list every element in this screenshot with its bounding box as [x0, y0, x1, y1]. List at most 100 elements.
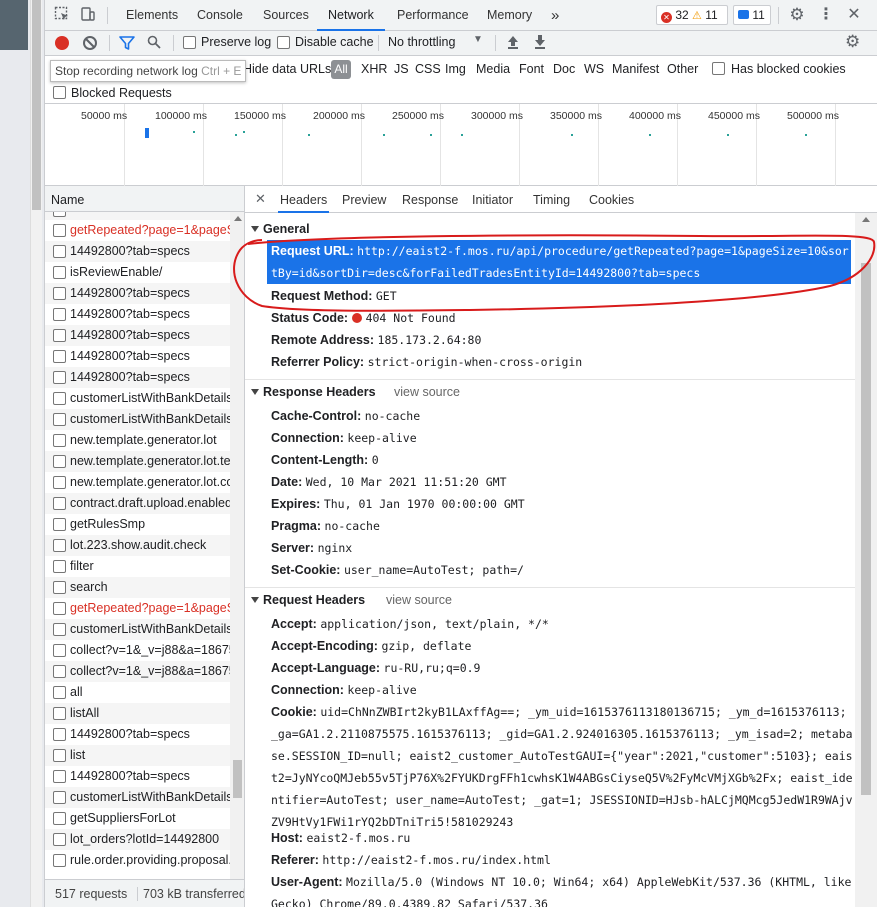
messages-counter[interactable]: 11 [733, 5, 771, 25]
request-row[interactable]: 14492800?tab=specs [45, 367, 230, 388]
issues-counter[interactable]: ✕ 32 ⚠ 11 [656, 5, 728, 25]
request-row-checkbox[interactable] [53, 602, 66, 615]
tab-cookies[interactable]: Cookies [589, 186, 634, 213]
request-row-checkbox[interactable] [53, 686, 66, 699]
scroll-up-arrow-icon[interactable] [862, 217, 870, 222]
request-row-checkbox[interactable] [53, 791, 66, 804]
request-row[interactable]: search [45, 212, 230, 220]
filter-type-doc[interactable]: Doc [553, 62, 575, 76]
filter-type-xhr[interactable]: XHR [361, 62, 387, 76]
request-row[interactable]: getRepeated?page=1&pageSize=10&sortBy=id [45, 220, 230, 241]
request-row-checkbox[interactable] [53, 392, 66, 405]
request-row-checkbox[interactable] [53, 245, 66, 258]
page-scrollbar-thumb[interactable] [32, 0, 41, 210]
request-row[interactable]: customerListWithBankDetails [45, 787, 230, 808]
throttling-dropdown-icon[interactable]: ▼ [473, 34, 483, 45]
response-headers-section-header[interactable]: Response Headers view source [245, 379, 855, 403]
request-row[interactable]: collect?v=1&_v=j88&a=1867599 [45, 661, 230, 682]
tab-console[interactable]: Console [197, 0, 243, 31]
request-row[interactable]: 14492800?tab=specs [45, 325, 230, 346]
tab-headers[interactable]: Headers [278, 186, 330, 213]
request-row[interactable]: 14492800?tab=specs [45, 283, 230, 304]
filter-type-other[interactable]: Other [667, 62, 698, 76]
general-section-header[interactable]: General [245, 217, 855, 241]
request-row-checkbox[interactable] [53, 413, 66, 426]
request-row-checkbox[interactable] [53, 476, 66, 489]
more-tabs-icon[interactable]: » [551, 0, 559, 31]
request-row[interactable]: rule.order.providing.proposal. [45, 850, 230, 871]
filter-type-ws[interactable]: WS [584, 62, 604, 76]
filter-type-img[interactable]: Img [445, 62, 466, 76]
settings-gear-icon[interactable]: ⚙ [788, 6, 806, 24]
close-devtools-icon[interactable]: ✕ [845, 6, 863, 24]
request-row-checkbox[interactable] [53, 350, 66, 363]
request-row[interactable]: list [45, 745, 230, 766]
tab-timing[interactable]: Timing [533, 186, 570, 213]
request-row-checkbox[interactable] [53, 212, 66, 217]
request-row[interactable]: new.template.generator.lot [45, 430, 230, 451]
request-row[interactable]: new.template.generator.lot.tender [45, 451, 230, 472]
request-row[interactable]: 14492800?tab=specs [45, 346, 230, 367]
request-row-checkbox[interactable] [53, 224, 66, 237]
request-row[interactable]: contract.draft.upload.enabled [45, 493, 230, 514]
request-row-checkbox[interactable] [53, 623, 66, 636]
filter-type-all[interactable]: All [331, 60, 351, 79]
request-row[interactable]: isReviewEnable/ [45, 262, 230, 283]
tab-network[interactable]: Network [317, 0, 385, 31]
request-row-checkbox[interactable] [53, 539, 66, 552]
request-row[interactable]: filter [45, 556, 230, 577]
tab-performance[interactable]: Performance [397, 0, 469, 31]
request-row-checkbox[interactable] [53, 854, 66, 867]
throttling-select[interactable]: No throttling [388, 35, 455, 49]
request-row[interactable]: getRulesSmp [45, 514, 230, 535]
request-headers-section-header[interactable]: Request Headers view source [245, 587, 855, 611]
tab-response[interactable]: Response [402, 186, 458, 213]
import-har-icon[interactable] [506, 34, 520, 53]
request-row-checkbox[interactable] [53, 266, 66, 279]
request-row-checkbox[interactable] [53, 749, 66, 762]
request-row-checkbox[interactable] [53, 812, 66, 825]
filter-type-js[interactable]: JS [394, 62, 409, 76]
request-row[interactable]: listAll [45, 703, 230, 724]
request-row-checkbox[interactable] [53, 560, 66, 573]
request-row-checkbox[interactable] [53, 728, 66, 741]
filter-type-media[interactable]: Media [476, 62, 510, 76]
request-row[interactable]: all [45, 682, 230, 703]
request-row-checkbox[interactable] [53, 770, 66, 783]
request-row-checkbox[interactable] [53, 644, 66, 657]
request-url-row[interactable]: Request URL: http://eaist2-f.mos.ru/api/… [267, 240, 851, 284]
clear-log-icon[interactable] [83, 36, 97, 50]
filter-type-manifest[interactable]: Manifest [612, 62, 659, 76]
name-column-header[interactable]: Name [45, 186, 244, 212]
request-row[interactable]: 14492800?tab=specs [45, 724, 230, 745]
tab-memory[interactable]: Memory [487, 0, 532, 31]
request-row[interactable]: lot.223.show.audit.check [45, 535, 230, 556]
filter-type-css[interactable]: CSS [415, 62, 441, 76]
tab-sources[interactable]: Sources [263, 0, 309, 31]
network-overview-timeline[interactable]: 50000 ms 100000 ms 150000 ms 200000 ms 2… [45, 104, 877, 186]
request-row-checkbox[interactable] [53, 581, 66, 594]
request-row-checkbox[interactable] [53, 707, 66, 720]
record-icon[interactable] [55, 36, 69, 50]
request-row[interactable]: new.template.generator.lot.contract [45, 472, 230, 493]
device-toolbar-icon[interactable] [79, 6, 97, 24]
request-row[interactable]: lot_orders?lotId=14492800 [45, 829, 230, 850]
request-list-scrollbar[interactable] [230, 212, 244, 879]
details-scrollbar-thumb[interactable] [861, 263, 871, 795]
tab-preview[interactable]: Preview [342, 186, 386, 213]
network-settings-gear-icon[interactable]: ⚙ [845, 32, 860, 52]
search-icon[interactable] [147, 35, 161, 49]
has-blocked-cookies-checkbox[interactable] [712, 62, 725, 75]
request-row-checkbox[interactable] [53, 371, 66, 384]
request-row[interactable]: customerListWithBankDetails [45, 388, 230, 409]
request-row-checkbox[interactable] [53, 329, 66, 342]
request-row-checkbox[interactable] [53, 308, 66, 321]
request-row[interactable]: customerListWithBankDetails [45, 619, 230, 640]
request-row-checkbox[interactable] [53, 665, 66, 678]
request-row[interactable]: getRepeated?page=1&pageSize=10&sortBy=id [45, 598, 230, 619]
tab-elements[interactable]: Elements [126, 0, 178, 31]
request-list-scrollbar-thumb[interactable] [233, 760, 242, 798]
filter-type-font[interactable]: Font [519, 62, 544, 76]
export-har-icon[interactable] [533, 34, 547, 53]
details-scrollbar[interactable] [855, 213, 877, 907]
